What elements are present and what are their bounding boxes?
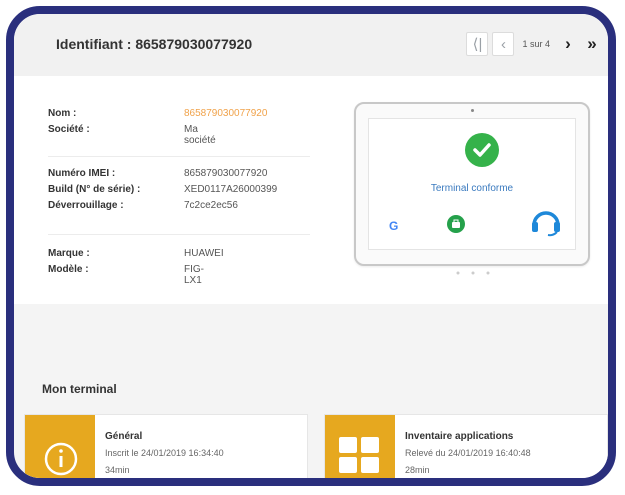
app-frame: Identifiant : 865879030077920 ⟨| ‹ 1 sur…: [6, 6, 616, 486]
brand-value: HUAWEI: [184, 248, 224, 259]
info-label: Modèle :: [48, 264, 89, 275]
info-label: Nom :: [48, 108, 77, 119]
google-icon: G: [389, 219, 399, 233]
tile-title: Général: [105, 431, 143, 442]
tile-title: Inventaire applications: [405, 431, 514, 442]
compliance-status: Terminal conforme: [430, 183, 514, 194]
info-label: Build (N° de série) :: [48, 184, 141, 195]
info-label: Déverrouillage :: [48, 200, 124, 211]
build-value: XED0117A26000399: [184, 184, 278, 195]
company-value: Ma société: [184, 124, 216, 146]
unlock-value: 7c2ce2ec56: [184, 200, 238, 211]
model-value: FIG-LX1: [184, 264, 204, 286]
tile-duration: 28min: [405, 465, 430, 475]
support-headset-icon: [529, 205, 563, 237]
last-page-icon: »: [587, 34, 597, 53]
first-page-icon: ⟨|: [472, 36, 483, 53]
tile-duration: 34min: [105, 465, 130, 475]
device-name-value: 865879030077920: [184, 108, 268, 119]
previous-page-button[interactable]: ‹: [492, 32, 515, 56]
last-page-button[interactable]: »: [582, 33, 602, 55]
grid-apps-icon: [325, 415, 395, 478]
tile-subtitle: Relevé du 24/01/2019 16:40:48: [405, 448, 531, 458]
chevron-left-icon: ‹: [500, 35, 506, 53]
info-icon: [25, 415, 95, 478]
tablet-nav-dots: [456, 271, 490, 275]
general-tile[interactable]: Général Inscrit le 24/01/2019 16:34:40 3…: [24, 414, 308, 478]
first-page-button[interactable]: ⟨|: [466, 32, 489, 56]
apps-inventory-tile[interactable]: Inventaire applications Relevé du 24/01/…: [324, 414, 608, 478]
tile-subtitle: Inscrit le 24/01/2019 16:34:40: [105, 448, 224, 458]
camera-dot: [471, 109, 474, 112]
section-title: Mon terminal: [42, 382, 117, 396]
info-label: Société :: [48, 124, 90, 135]
chevron-right-icon: ›: [565, 34, 571, 53]
page-title: Identifiant : 865879030077920: [56, 36, 253, 52]
next-page-button[interactable]: ›: [558, 33, 578, 55]
check-icon: [465, 133, 499, 167]
info-label: Numéro IMEI :: [48, 168, 116, 179]
briefcase-icon: [447, 215, 465, 233]
page-header: Identifiant : 865879030077920 ⟨| ‹ 1 sur…: [14, 14, 608, 77]
tablet-illustration: Terminal conforme G: [354, 102, 590, 275]
imei-value: 865879030077920: [184, 168, 268, 179]
divider: [48, 156, 310, 157]
info-label: Marque :: [48, 248, 90, 259]
divider: [48, 234, 310, 235]
pagination: ⟨| ‹ 1 sur 4 › »: [466, 32, 602, 56]
tablet-screen: Terminal conforme G: [368, 118, 576, 250]
page-count: 1 sur 4: [522, 39, 550, 49]
